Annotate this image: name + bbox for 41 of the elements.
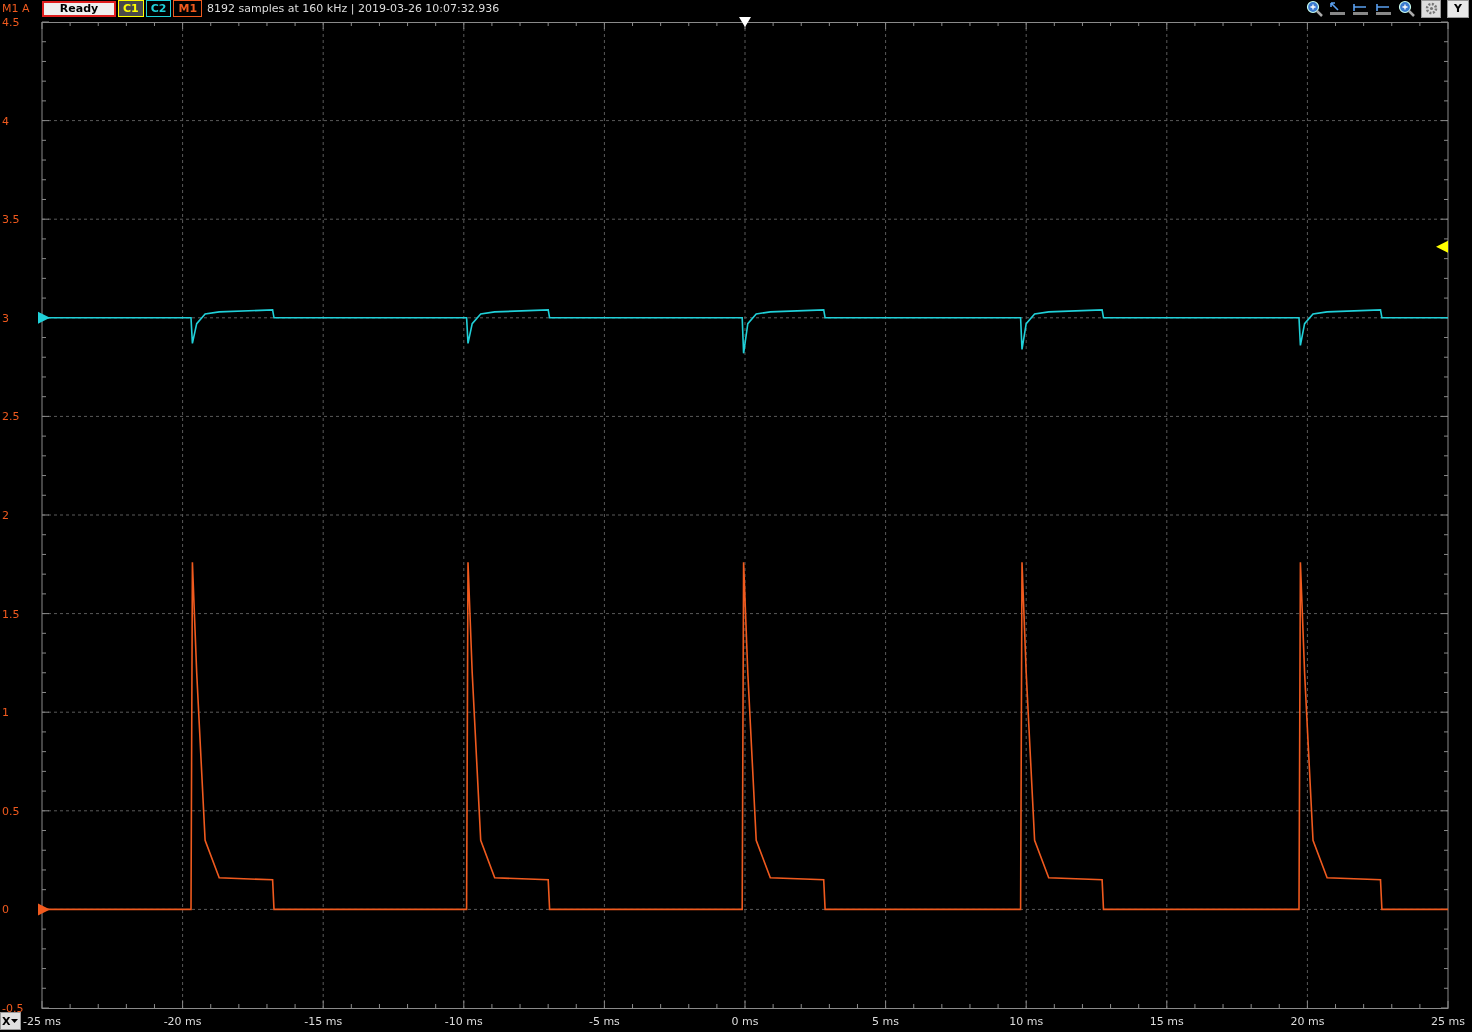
x-axis-label: -10 ms — [444, 1015, 483, 1028]
acquisition-info: 8192 samples at 160 kHz | 2019-03-26 10:07:32.936 — [207, 2, 500, 15]
y-axis-label: 2.5 — [2, 410, 20, 424]
y-axis-label: 1.5 — [2, 607, 20, 621]
channel-button[interactable]: C1 — [118, 0, 144, 17]
x-axis-label: -15 ms — [304, 1015, 343, 1028]
x-axis-label: 0 ms — [731, 1015, 759, 1028]
x-axis-label: 25 ms — [1431, 1015, 1465, 1028]
channel-button[interactable]: C2 — [145, 0, 172, 17]
x-axis-label: -20 ms — [163, 1015, 202, 1028]
x-axis-button[interactable]: X — [0, 1012, 21, 1030]
status-indicator: Ready — [42, 0, 116, 17]
trigger-position-marker-icon[interactable] — [739, 17, 751, 27]
zoom-icon[interactable] — [1398, 0, 1415, 17]
trigger-level-marker-icon[interactable] — [1436, 240, 1448, 253]
channel-button[interactable]: M1 — [173, 0, 203, 17]
y-axis-label: 3 — [2, 311, 9, 325]
offset-marker-icon[interactable] — [38, 903, 50, 916]
y-axis-label: -0.5 — [2, 1002, 24, 1015]
settings-button[interactable] — [1421, 0, 1441, 18]
y-axis-label: 0.5 — [2, 804, 20, 818]
align-left-icon[interactable] — [1352, 1, 1369, 16]
offset-marker-icon[interactable] — [38, 311, 50, 324]
y-axis-label: 1 — [2, 706, 9, 720]
x-axis-label: -5 ms — [588, 1015, 620, 1028]
zoom-in-icon[interactable] — [1306, 0, 1323, 17]
y-axis-button[interactable]: Y — [1447, 0, 1469, 18]
y-axis-label: 3.5 — [2, 213, 20, 227]
y-axis-label: 4.5 — [2, 17, 20, 29]
y-axis-label: 0 — [2, 903, 9, 917]
y-axis-label: 4 — [2, 114, 9, 128]
x-axis-label: 5 ms — [872, 1015, 900, 1028]
x-axis-label: 10 ms — [1009, 1015, 1044, 1028]
settings-icon — [1424, 2, 1438, 15]
units-label: M1 A — [2, 2, 31, 15]
x-axis-label: 20 ms — [1290, 1015, 1325, 1028]
x-axis-label: 15 ms — [1149, 1015, 1184, 1028]
caret-icon — [11, 1019, 19, 1023]
y-axis-label: 2 — [2, 509, 9, 522]
cursor-arrow-icon[interactable] — [1329, 1, 1346, 16]
x-axis-label: -25 ms — [23, 1015, 61, 1028]
